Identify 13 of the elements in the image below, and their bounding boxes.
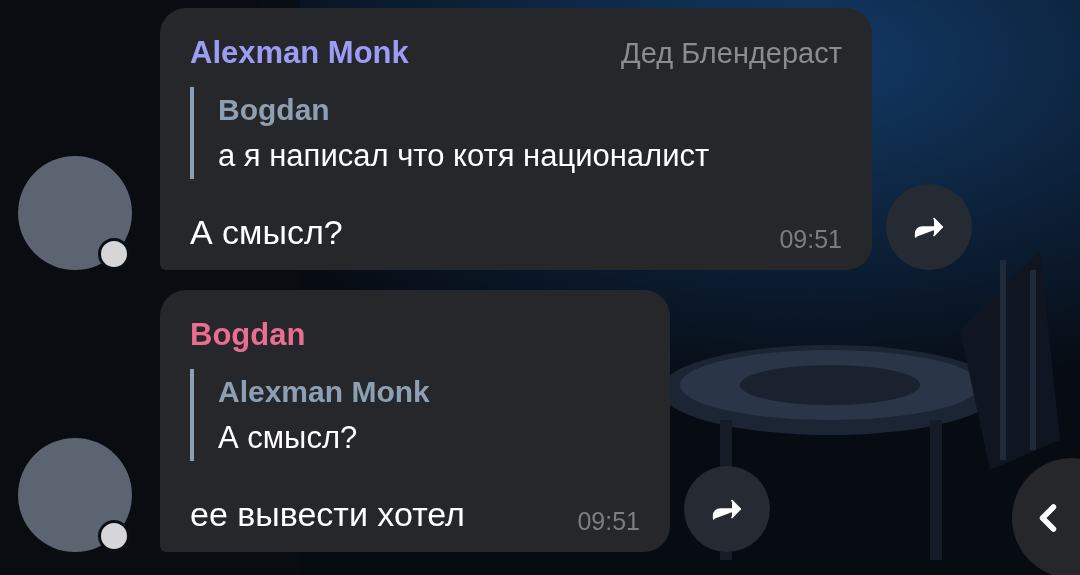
reply-text: а я написал что котя националист <box>218 136 711 175</box>
reply-quote[interactable]: Bogdan а я написал что котя националист <box>190 86 842 179</box>
reply-author: Alexman Monk <box>218 373 431 410</box>
author-name[interactable]: Bogdan <box>190 312 306 359</box>
author-name[interactable]: Alexman Monk <box>190 30 409 77</box>
reply-text: А смысл? <box>218 418 359 457</box>
message-text: ее вывести хотел <box>190 494 465 535</box>
message-text: А смысл? <box>190 212 343 253</box>
message-time: 09:51 <box>779 224 842 254</box>
member-title: Дед Блендераст <box>621 36 842 71</box>
reply-quote[interactable]: Alexman Monk А смысл? <box>190 368 640 461</box>
reply-author: Bogdan <box>218 91 331 128</box>
message-time: 09:51 <box>577 506 640 536</box>
